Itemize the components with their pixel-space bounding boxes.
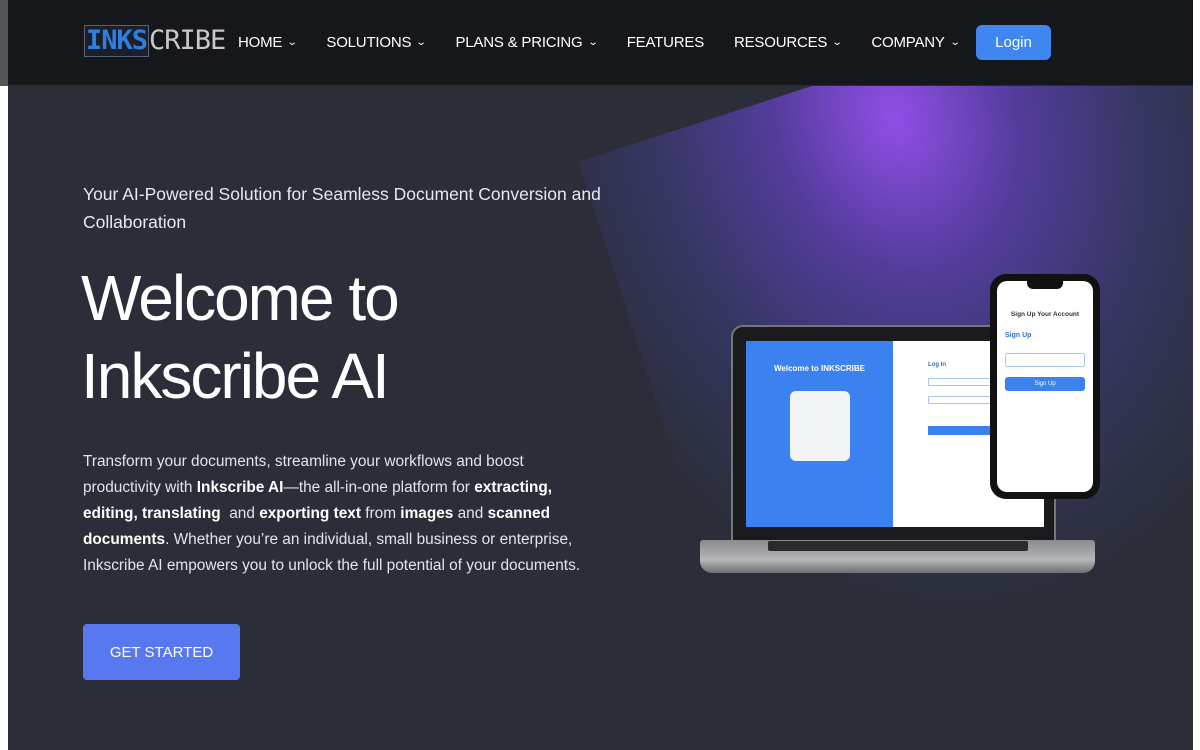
chevron-down-icon: ⌄: [286, 37, 298, 48]
desc-bold: images: [400, 505, 454, 522]
nav-label: HOME: [238, 34, 283, 51]
logo[interactable]: INKS CRIBE: [84, 25, 226, 57]
nav-item-plans-pricing[interactable]: PLANS & PRICING ⌄: [455, 34, 598, 51]
nav-label: COMPANY: [871, 34, 945, 51]
title-line-2: Inkscribe AI: [81, 340, 390, 412]
title-line-1: Welcome to: [81, 262, 400, 334]
main-menu: HOME ⌄ SOLUTIONS ⌄ PLANS & PRICING ⌄ FEATUR…: [238, 34, 989, 51]
nav-item-features[interactable]: FEATURES: [627, 34, 704, 51]
logo-part2: CRIBE: [149, 25, 226, 56]
get-started-button[interactable]: GET STARTED: [83, 624, 240, 680]
desc-text: and: [453, 505, 488, 522]
hero-title: Welcome to Inkscribe AI: [81, 259, 400, 415]
desc-bold: Inkscribe AI: [196, 479, 284, 496]
laptop-screen-left: Welcome to INKSCRIBE: [746, 341, 893, 527]
illustration: [789, 391, 850, 461]
top-nav: INKS CRIBE HOME ⌄ SOLUTIONS ⌄ PLANS & PRICI…: [8, 0, 1193, 86]
nav-label: SOLUTIONS: [326, 34, 412, 51]
logo-part1: INKS: [84, 25, 150, 57]
nav-label: RESOURCES: [734, 34, 828, 51]
nav-label: PLANS & PRICING: [455, 34, 583, 51]
hero-page: INKS CRIBE HOME ⌄ SOLUTIONS ⌄ PLANS & PRICI…: [8, 0, 1193, 750]
phone: Sign Up Your Account Sign Up Sign Up: [990, 274, 1100, 499]
chevron-down-icon: ⌄: [587, 37, 598, 48]
desc-text: from: [360, 505, 401, 522]
hero-subtitle: Your AI-Powered Solution for Seamless Do…: [83, 184, 601, 232]
phone-screen: Sign Up Your Account Sign Up Sign Up: [997, 281, 1093, 492]
desc-text: and: [220, 505, 260, 522]
left-edge: [0, 0, 8, 86]
phone-notch: [1027, 281, 1063, 289]
laptop-welcome-text: Welcome to INKSCRIBE: [774, 364, 865, 373]
phone-title: Sign Up Your Account: [1010, 311, 1080, 318]
desc-text: —the all-in-one platform for: [283, 479, 475, 496]
mock-signup-button: Sign Up: [1005, 377, 1085, 391]
mock-otp-field: [1005, 353, 1085, 367]
login-button[interactable]: Login: [976, 25, 1051, 60]
chevron-down-icon: ⌄: [949, 37, 961, 48]
nav-label: FEATURES: [626, 34, 704, 51]
chevron-down-icon: ⌄: [416, 37, 427, 48]
nav-item-company[interactable]: COMPANY ⌄: [871, 34, 961, 51]
hero-description: Transform your documents, streamline you…: [83, 449, 593, 579]
desc-bold: exporting text: [259, 505, 361, 522]
phone-signup-heading: Sign Up: [1005, 332, 1032, 339]
nav-item-solutions[interactable]: SOLUTIONS ⌄: [326, 34, 427, 51]
chevron-down-icon: ⌄: [831, 37, 843, 48]
laptop-keyboard: [768, 541, 1028, 551]
nav-item-resources[interactable]: RESOURCES ⌄: [734, 34, 843, 51]
nav-item-home[interactable]: HOME ⌄: [238, 34, 298, 51]
